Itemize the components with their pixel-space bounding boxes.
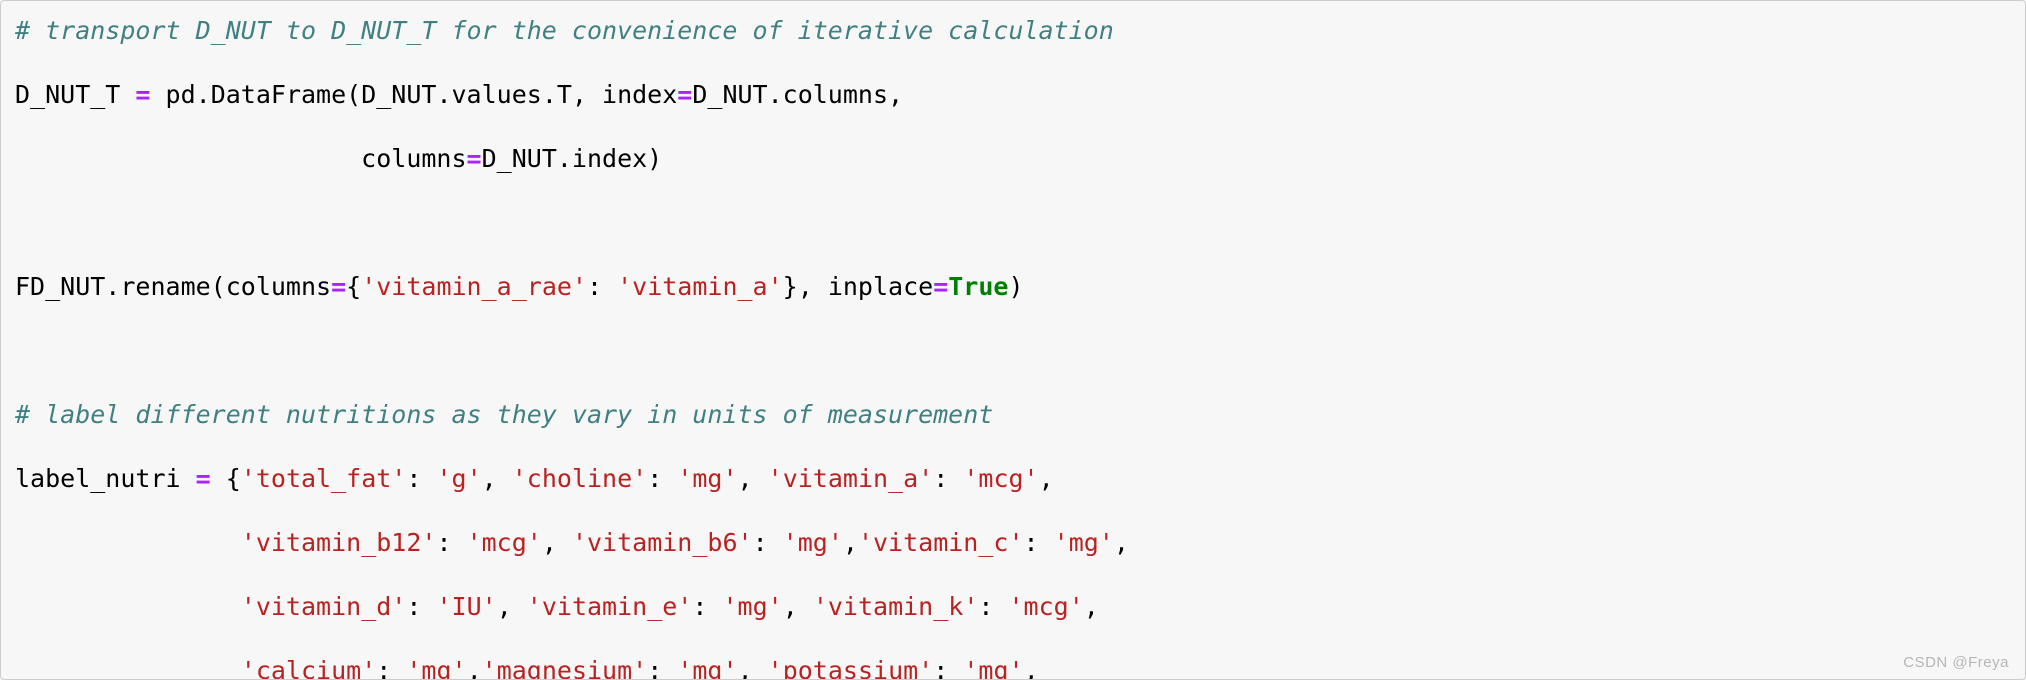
code-token: 'mg' [782, 528, 843, 557]
code-token: = [677, 80, 693, 109]
code-token: = [135, 80, 151, 109]
code-token: , [481, 464, 512, 493]
code-token: FD_NUT.rename(columns [15, 272, 332, 301]
code-token: 'mg' [722, 592, 783, 621]
code-token: : [586, 272, 618, 301]
code-token: , [842, 528, 858, 557]
code-token: 'mg' [677, 656, 738, 680]
code-line: 'vitamin_b12': 'mcg', 'vitamin_b6': 'mg'… [15, 527, 2025, 559]
code-token: 'vitamin_b6' [571, 528, 753, 557]
code-token: 'mg' [406, 656, 467, 680]
code-token: : [647, 464, 678, 493]
code-token: , [1113, 528, 1129, 557]
code-token: 'vitamin_a_rae' [361, 272, 587, 301]
code-token: : [978, 592, 1009, 621]
code-token: 'vitamin_b12' [240, 528, 437, 557]
code-token: , [1083, 592, 1099, 621]
code-block: # transport D_NUT to D_NUT_T for the con… [0, 0, 2026, 680]
code-token: D_NUT.columns, [692, 80, 904, 109]
code-token: 'total_fat' [240, 464, 407, 493]
code-line: # label different nutritions as they var… [15, 399, 2025, 431]
code-token: 'mg' [677, 464, 738, 493]
code-line: columns=D_NUT.index) [15, 143, 2025, 175]
code-token: : [406, 464, 437, 493]
code-token: , [496, 592, 527, 621]
code-line: FD_NUT.rename(columns={'vitamin_a_rae': … [15, 271, 2025, 303]
code-token: = [466, 144, 482, 173]
code-content[interactable]: # transport D_NUT to D_NUT_T for the con… [15, 15, 2025, 680]
code-token: 'mcg' [466, 528, 542, 557]
code-token: 'calcium' [240, 656, 377, 680]
watermark: CSDN @Freya [1903, 654, 2009, 671]
code-token: = [331, 272, 347, 301]
code-token: D_NUT_T [15, 80, 136, 109]
code-token: True [948, 272, 1009, 301]
code-token: , [541, 528, 572, 557]
code-token: 'mg' [963, 656, 1024, 680]
code-token: label_nutri [15, 464, 196, 493]
code-token: = [195, 464, 211, 493]
code-token: 'vitamin_a' [767, 464, 934, 493]
code-token: : [376, 656, 407, 680]
code-token: { [210, 464, 241, 493]
code-line: 'vitamin_d': 'IU', 'vitamin_e': 'mg', 'v… [15, 591, 2025, 623]
code-token: 'vitamin_a' [617, 272, 783, 301]
code-token: pd.DataFrame(D_NUT.values.T, index [150, 80, 678, 109]
code-line: D_NUT_T = pd.DataFrame(D_NUT.values.T, i… [15, 79, 2025, 111]
code-token: : [1023, 528, 1054, 557]
code-token: 'mcg' [1008, 592, 1084, 621]
code-token: : [752, 528, 783, 557]
code-token: : [647, 656, 678, 680]
code-token: , [1023, 656, 1039, 680]
code-token: : [933, 656, 964, 680]
code-token: 'mcg' [963, 464, 1039, 493]
code-token: }, inplace [782, 272, 934, 301]
code-token: # transport D_NUT to D_NUT_T for the con… [15, 16, 1114, 45]
code-token: 'potassium' [767, 656, 934, 680]
code-token: = [933, 272, 949, 301]
code-token: : [692, 592, 723, 621]
code-token: 'IU' [436, 592, 497, 621]
code-token: 'mg' [1053, 528, 1114, 557]
code-token: 'vitamin_e' [526, 592, 693, 621]
code-token: 'magnesium' [481, 656, 648, 680]
code-line: 'calcium': 'mg','magnesium': 'mg', 'pota… [15, 655, 2025, 680]
code-token: { [346, 272, 362, 301]
code-token: columns [15, 144, 467, 173]
code-token: 'vitamin_d' [240, 592, 407, 621]
code-token: ) [1008, 272, 1024, 301]
code-line: label_nutri = {'total_fat': 'g', 'cholin… [15, 463, 2025, 495]
code-token: , [737, 464, 768, 493]
code-token: 'vitamin_c' [857, 528, 1024, 557]
code-token: : [406, 592, 437, 621]
code-token: # label different nutritions as they var… [15, 400, 994, 429]
code-token: 'vitamin_k' [812, 592, 979, 621]
code-token: : [436, 528, 467, 557]
code-token: D_NUT.index) [481, 144, 663, 173]
code-token: , [1038, 464, 1054, 493]
code-token: : [933, 464, 964, 493]
code-token: 'choline' [511, 464, 648, 493]
code-token: 'g' [436, 464, 482, 493]
code-token: , [782, 592, 813, 621]
code-token: , [466, 656, 482, 680]
code-token: , [737, 656, 768, 680]
code-line: # transport D_NUT to D_NUT_T for the con… [15, 15, 2025, 47]
